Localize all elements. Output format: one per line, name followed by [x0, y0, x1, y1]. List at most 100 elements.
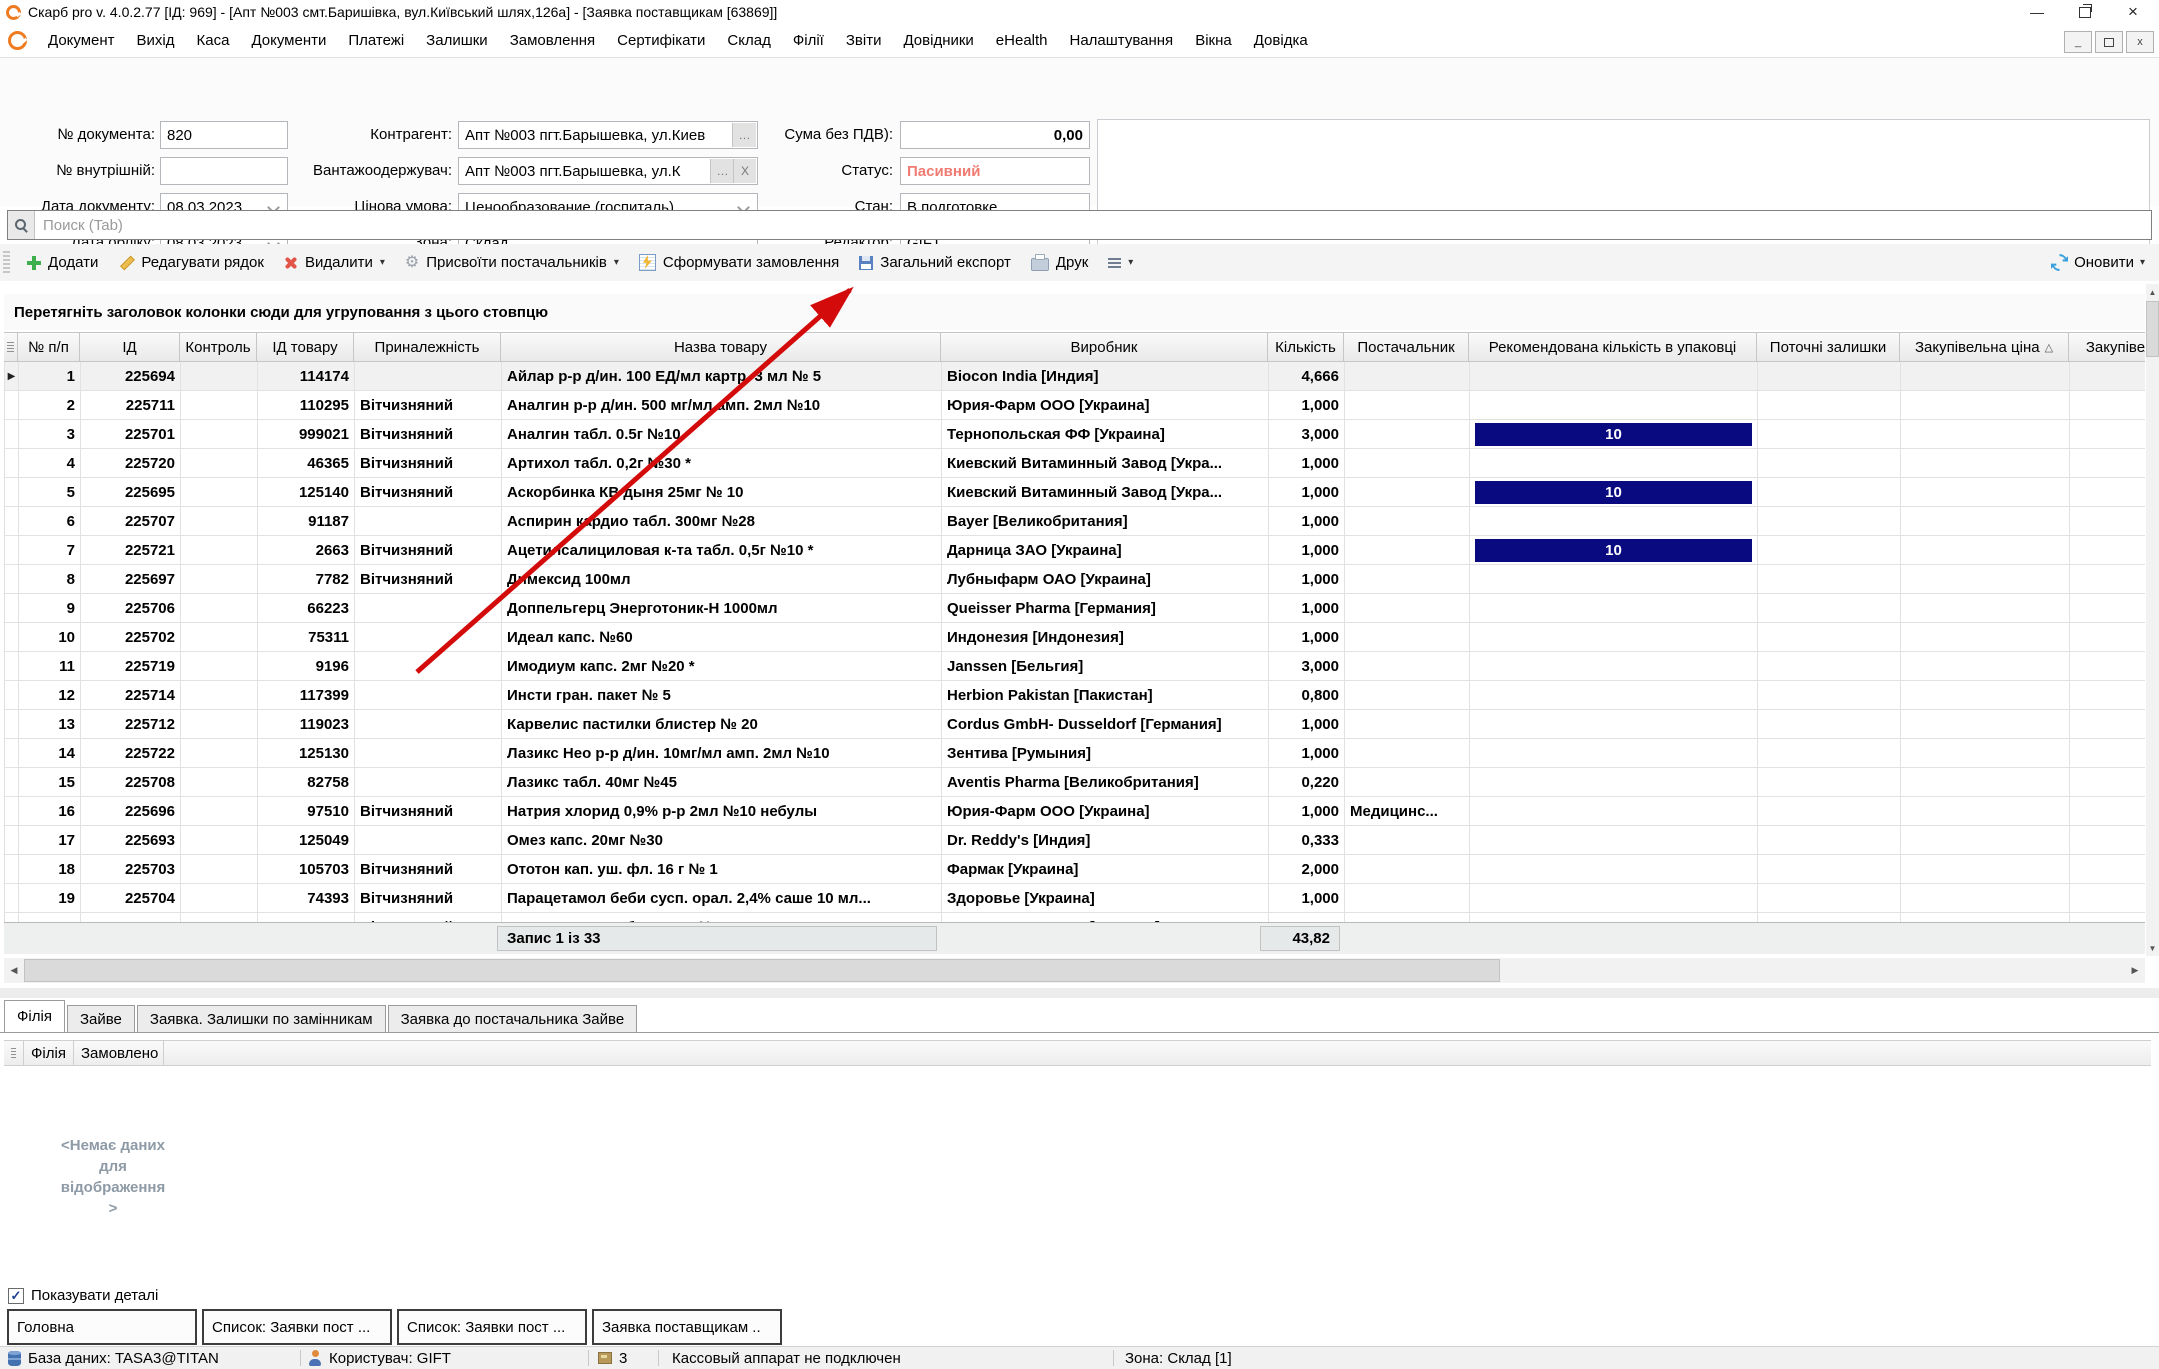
form-order-button[interactable]: Сформувати замовлення [629, 247, 849, 278]
col-control-cell[interactable] [181, 536, 258, 564]
col-current-cell[interactable] [1758, 420, 1901, 448]
menu-item[interactable]: Замовлення [499, 32, 606, 49]
col-control-cell[interactable] [181, 826, 258, 854]
col-control-cell[interactable] [181, 681, 258, 709]
col-current-cell[interactable] [1758, 855, 1901, 883]
row-selector-cell[interactable] [5, 739, 19, 767]
col-control-cell[interactable] [181, 797, 258, 825]
col-qty-cell[interactable]: 1,000 [1269, 594, 1345, 622]
col-price2-cell[interactable] [2070, 768, 2145, 796]
col-price-cell[interactable] [1901, 391, 2070, 419]
row-selector-cell[interactable] [5, 913, 19, 922]
vertical-scroll-thumb[interactable] [2146, 301, 2159, 357]
col-name-cell[interactable]: Имодиум капс. 2мг №20 * [502, 652, 942, 680]
col-id-cell[interactable]: 225707 [81, 507, 181, 535]
col-manufacturer-cell[interactable]: Здоровье ООО ФК [Украина] [942, 913, 1269, 922]
col-supplier-cell[interactable] [1345, 826, 1470, 854]
table-row[interactable]: 18225703105703ВітчизнянийОтотон кап. уш.… [5, 855, 2145, 884]
col-item-id-cell[interactable]: 2663 [258, 536, 355, 564]
col-origin-cell[interactable] [355, 594, 502, 622]
col-recommended-cell[interactable] [1470, 739, 1758, 767]
col-origin-cell[interactable]: Вітчизняний [355, 797, 502, 825]
table-row[interactable]: 922570666223Доппельгерц Энерготоник-Н 10… [5, 594, 2145, 623]
col-origin-cell[interactable] [355, 681, 502, 709]
col-control-cell[interactable] [181, 420, 258, 448]
column-header-sel[interactable] [4, 333, 18, 361]
table-row[interactable]: 622570791187Аспирин кардио табл. 300мг №… [5, 507, 2145, 536]
col-origin-cell[interactable]: Вітчизняний [355, 855, 502, 883]
col-price2-cell[interactable] [2070, 536, 2145, 564]
col-item-id-cell[interactable]: 74393 [258, 884, 355, 912]
col-manufacturer-cell[interactable]: Фармак [Украина] [942, 855, 1269, 883]
col-price2-cell[interactable] [2070, 710, 2145, 738]
col-price2-cell[interactable] [2070, 797, 2145, 825]
column-header-price[interactable]: Закупівельна ціна△ [1900, 333, 2069, 361]
col-name-cell[interactable]: Парацетамол беби сусп. орал. 2,4% саше 1… [502, 884, 942, 912]
col-price-cell[interactable] [1901, 739, 2070, 767]
col-qty-cell[interactable]: 1,000 [1269, 797, 1345, 825]
menu-item[interactable]: Сертифікати [606, 32, 716, 49]
col-supplier-cell[interactable] [1345, 623, 1470, 651]
col-origin-cell[interactable] [355, 623, 502, 651]
col-recommended-cell[interactable] [1470, 768, 1758, 796]
col-price-cell[interactable] [1901, 710, 2070, 738]
col-price2-cell[interactable] [2070, 449, 2145, 477]
menu-item[interactable]: Каса [186, 32, 241, 49]
window-button-4[interactable]: Заявка поставщикам .. [592, 1309, 782, 1345]
column-header-price2[interactable]: Закупівель [2069, 333, 2145, 361]
col-recommended-cell[interactable] [1470, 652, 1758, 680]
col-current-cell[interactable] [1758, 768, 1901, 796]
add-button[interactable]: Додати [17, 247, 108, 278]
col-manufacturer-cell[interactable]: Dr. Reddy's [Индия] [942, 826, 1269, 854]
col-price-cell[interactable] [1901, 420, 2070, 448]
col-manufacturer-cell[interactable]: Юрия-Фарм ООО [Украина] [942, 797, 1269, 825]
col-price2-cell[interactable] [2070, 681, 2145, 709]
col-recommended-cell[interactable] [1470, 594, 1758, 622]
col-origin-cell[interactable]: Вітчизняний [355, 565, 502, 593]
mdi-close-button[interactable]: x [2126, 31, 2154, 53]
col-name-cell[interactable]: Аналгин табл. 0.5г №10 [502, 420, 942, 448]
col-npp-cell[interactable]: 12 [19, 681, 81, 709]
col-control-cell[interactable] [181, 855, 258, 883]
col-recommended-cell[interactable] [1470, 623, 1758, 651]
col-current-cell[interactable] [1758, 739, 1901, 767]
col-id-cell[interactable]: 225702 [81, 623, 181, 651]
col-item-id-cell[interactable]: 9196 [258, 652, 355, 680]
col-id-cell[interactable]: 225703 [81, 855, 181, 883]
col-id-cell[interactable]: 225697 [81, 565, 181, 593]
col-recommended-cell[interactable] [1470, 507, 1758, 535]
col-origin-cell[interactable]: Вітчизняний [355, 391, 502, 419]
col-price-cell[interactable] [1901, 507, 2070, 535]
col-supplier-cell[interactable] [1345, 652, 1470, 680]
col-id-cell[interactable]: 225696 [81, 797, 181, 825]
col-origin-cell[interactable] [355, 768, 502, 796]
column-header-item_id[interactable]: ІД товару [257, 333, 354, 361]
col-price2-cell[interactable] [2070, 884, 2145, 912]
menu-item[interactable]: Звіти [835, 32, 893, 49]
col-name-cell[interactable]: Ацетилсалициловая к-та табл. 0,5г №10 * [502, 536, 942, 564]
column-header-origin[interactable]: Приналежність [354, 333, 501, 361]
tab-2[interactable]: Зайве [67, 1005, 135, 1032]
table-row[interactable]: 17225693125049Омез капс. 20мг №30Dr. Red… [5, 826, 2145, 855]
col-qty-cell[interactable]: 0,220 [1269, 768, 1345, 796]
row-selector-cell[interactable] [5, 826, 19, 854]
col-current-cell[interactable] [1758, 623, 1901, 651]
col-npp-cell[interactable]: 5 [19, 478, 81, 506]
col-current-cell[interactable] [1758, 681, 1901, 709]
print-button[interactable]: Друк [1021, 247, 1098, 278]
col-price-cell[interactable] [1901, 768, 2070, 796]
col-price2-cell[interactable] [2070, 652, 2145, 680]
table-row[interactable]: 1922570474393ВітчизнянийПарацетамол беби… [5, 884, 2145, 913]
col-npp-cell[interactable]: 11 [19, 652, 81, 680]
contractor-input[interactable]: Апт №003 пгт.Барышевка, ул.Киев… [458, 121, 758, 149]
col-npp-cell[interactable]: 13 [19, 710, 81, 738]
col-id-cell[interactable]: 225712 [81, 710, 181, 738]
col-price2-cell[interactable] [2070, 420, 2145, 448]
col-recommended-cell[interactable] [1470, 913, 1758, 922]
col-price2-cell[interactable] [2070, 913, 2145, 922]
col-control-cell[interactable] [181, 362, 258, 390]
col-manufacturer-cell[interactable]: Дарница ЗАО [Украина] [942, 536, 1269, 564]
row-selector-cell[interactable] [5, 797, 19, 825]
col-manufacturer-cell[interactable]: Biocon India [Индия] [942, 362, 1269, 390]
col-qty-cell[interactable]: 1,000 [1269, 565, 1345, 593]
